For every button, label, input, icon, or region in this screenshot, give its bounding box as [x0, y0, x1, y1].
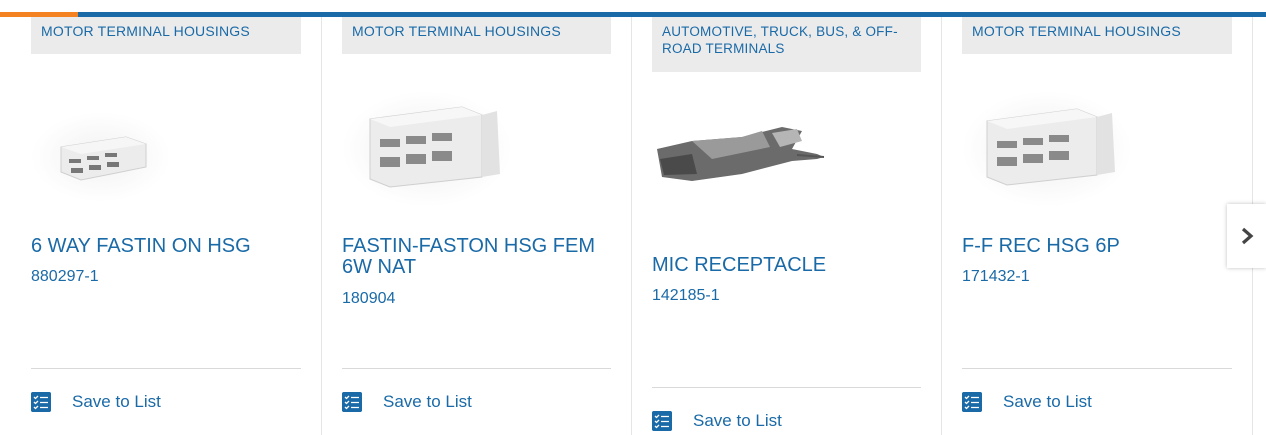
part-number[interactable]: 880297-1 — [31, 268, 99, 286]
card-divider — [342, 368, 611, 369]
save-to-list-button[interactable]: Save to List — [31, 392, 161, 412]
part-number[interactable]: 142185-1 — [652, 287, 720, 305]
connector-housing-fem-image[interactable] — [342, 89, 522, 209]
checklist-icon — [31, 392, 51, 412]
save-to-list-label: Save to List — [72, 392, 161, 411]
product-title[interactable]: MIC RECEPTACLE — [652, 255, 921, 276]
card-divider — [652, 387, 921, 388]
part-number[interactable]: 180904 — [342, 290, 395, 308]
checklist-icon — [962, 392, 982, 412]
connector-housing-6way-image[interactable] — [31, 112, 231, 212]
product-category[interactable]: AUTOMOTIVE, TRUCK, BUS, & OFF-ROAD TERMI… — [652, 17, 921, 72]
product-title[interactable]: FASTIN-FASTON HSG FEM 6W NAT — [342, 236, 611, 278]
product-category[interactable]: MOTOR TERMINAL HOUSINGS — [342, 17, 611, 54]
connector-housing-6p-image[interactable] — [962, 89, 1137, 209]
product-card[interactable]: MOTOR TERMINAL HOUSINGS 6 WAY FASTIN ON … — [0, 17, 322, 435]
carousel-next-button[interactable] — [1227, 204, 1266, 268]
card-divider — [31, 368, 301, 369]
product-title[interactable]: F-F REC HSG 6P — [962, 236, 1232, 257]
save-to-list-button[interactable]: Save to List — [342, 392, 472, 412]
product-carousel: MOTOR TERMINAL HOUSINGS 6 WAY FASTIN ON … — [0, 17, 1266, 435]
product-title[interactable]: 6 WAY FASTIN ON HSG — [31, 236, 301, 257]
save-to-list-label: Save to List — [383, 392, 472, 411]
product-category[interactable]: MOTOR TERMINAL HOUSINGS — [962, 17, 1232, 54]
metal-receptacle-terminal-image[interactable] — [652, 119, 827, 189]
product-card[interactable]: MOTOR TERMINAL HOUSINGS F-F REC HSG 6P 1… — [941, 17, 1253, 435]
product-card[interactable]: MOTOR TERMINAL HOUSINGS FASTIN-FASTON HS… — [321, 17, 632, 435]
save-to-list-label: Save to List — [1003, 392, 1092, 411]
save-to-list-button[interactable]: Save to List — [652, 411, 782, 431]
save-to-list-button[interactable]: Save to List — [962, 392, 1092, 412]
card-divider — [962, 368, 1232, 369]
part-number[interactable]: 171432-1 — [962, 268, 1030, 286]
chevron-right-icon — [1241, 227, 1253, 245]
product-card[interactable]: AUTOMOTIVE, TRUCK, BUS, & OFF-ROAD TERMI… — [631, 17, 942, 435]
checklist-icon — [342, 392, 362, 412]
product-category[interactable]: MOTOR TERMINAL HOUSINGS — [31, 17, 301, 54]
checklist-icon — [652, 411, 672, 431]
save-to-list-label: Save to List — [693, 411, 782, 430]
